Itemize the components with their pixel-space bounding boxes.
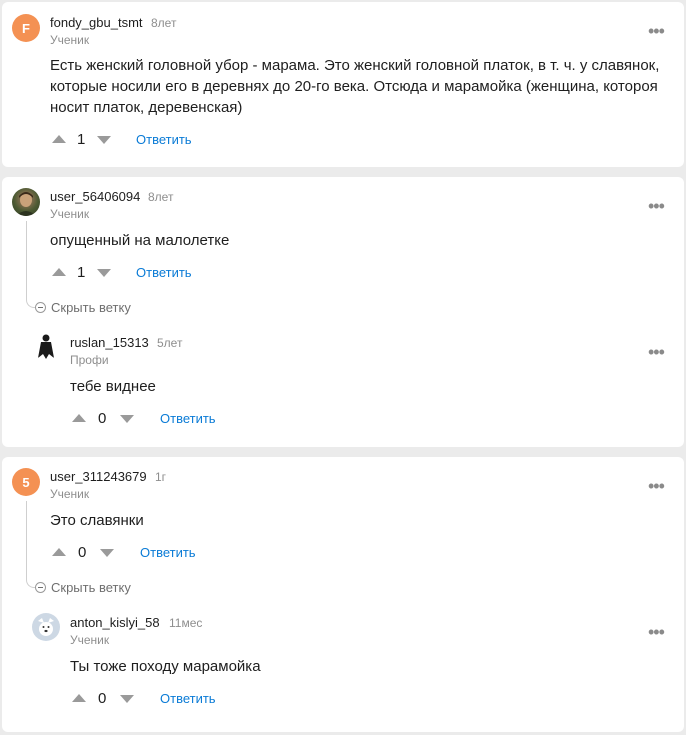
username[interactable]: user_311243679 bbox=[50, 469, 147, 484]
comment-age: 5лет bbox=[157, 336, 183, 350]
comment-text: тебе виднее bbox=[70, 378, 156, 395]
username[interactable]: fondy_gbu_tsmt bbox=[50, 15, 143, 30]
comment-text: Есть женский головной убор - марама. Это… bbox=[50, 55, 670, 118]
avatar[interactable] bbox=[32, 613, 60, 641]
avatar-dog-icon bbox=[38, 618, 54, 636]
comment-text-line: носит платок, деревенская) bbox=[50, 99, 243, 116]
user-role: Ученик bbox=[50, 487, 90, 501]
downvote-arrow-icon[interactable] bbox=[120, 415, 134, 423]
user-role: Ученик bbox=[70, 633, 110, 647]
more-dots-icon[interactable]: ••• bbox=[648, 22, 665, 40]
more-dots-icon[interactable]: ••• bbox=[648, 197, 665, 215]
username[interactable]: user_56406094 bbox=[50, 189, 140, 204]
avatar-silhouette-icon bbox=[38, 334, 54, 359]
avatar[interactable] bbox=[32, 332, 60, 360]
reply-button[interactable]: Ответить bbox=[160, 411, 216, 426]
downvote-arrow-icon[interactable] bbox=[97, 269, 111, 277]
comment-card: F fondy_gbu_tsmt 8лет Ученик ••• Есть же… bbox=[2, 2, 684, 167]
avatar[interactable]: F bbox=[12, 14, 40, 42]
more-dots-icon[interactable]: ••• bbox=[648, 477, 665, 495]
collapse-thread-button[interactable]: Скрыть ветку bbox=[35, 580, 131, 595]
user-role: Профи bbox=[70, 353, 109, 367]
reply-button[interactable]: Ответить bbox=[140, 545, 196, 560]
minus-circle-icon bbox=[35, 302, 46, 313]
vote-count: 0 bbox=[98, 410, 107, 427]
vote-count: 0 bbox=[98, 690, 107, 707]
collapse-thread-button[interactable]: Скрыть ветку bbox=[35, 300, 131, 315]
comment-age: 1г bbox=[155, 470, 167, 484]
avatar[interactable]: 5 bbox=[12, 468, 40, 496]
comment-text: опущенный на малолетке bbox=[50, 232, 230, 249]
thread-line bbox=[26, 221, 36, 308]
downvote-arrow-icon[interactable] bbox=[100, 549, 114, 557]
comment-text: Это славянки bbox=[50, 512, 144, 529]
comment-age: 8лет bbox=[148, 190, 174, 204]
reply-button[interactable]: Ответить bbox=[136, 132, 192, 147]
comment-text-line: Есть женский головной убор - марама. Это… bbox=[50, 57, 660, 74]
reply-button[interactable]: Ответить bbox=[136, 265, 192, 280]
thread-line bbox=[26, 501, 36, 588]
comment-text-line: которые носили его в деревнях до 20-го в… bbox=[50, 78, 658, 95]
username[interactable]: ruslan_15313 bbox=[70, 335, 149, 350]
comment-card: user_56406094 8лет Ученик ••• опущенный … bbox=[2, 177, 684, 447]
minus-circle-icon bbox=[35, 582, 46, 593]
comment-text: Ты тоже походу марамойка bbox=[70, 658, 261, 675]
user-role: Ученик bbox=[50, 207, 90, 221]
avatar-letter: F bbox=[22, 20, 30, 36]
upvote-arrow-icon[interactable] bbox=[52, 135, 66, 143]
user-role: Ученик bbox=[50, 33, 90, 47]
comment-age: 11мес bbox=[169, 616, 203, 630]
reply-button[interactable]: Ответить bbox=[160, 691, 216, 706]
upvote-arrow-icon[interactable] bbox=[72, 414, 86, 422]
upvote-arrow-icon[interactable] bbox=[72, 694, 86, 702]
vote-count: 1 bbox=[77, 131, 86, 148]
collapse-label: Скрыть ветку bbox=[51, 580, 131, 595]
more-dots-icon[interactable]: ••• bbox=[648, 343, 665, 361]
avatar[interactable] bbox=[12, 188, 40, 216]
more-dots-icon[interactable]: ••• bbox=[648, 623, 665, 641]
vote-count: 1 bbox=[77, 264, 86, 281]
upvote-arrow-icon[interactable] bbox=[52, 548, 66, 556]
comment-card: 5 user_311243679 1г Ученик ••• Это славя… bbox=[2, 457, 684, 732]
downvote-arrow-icon[interactable] bbox=[97, 136, 111, 144]
collapse-label: Скрыть ветку bbox=[51, 300, 131, 315]
avatar-letter: 5 bbox=[22, 474, 30, 490]
vote-count: 0 bbox=[78, 544, 87, 561]
avatar-photo-icon bbox=[16, 192, 36, 216]
comment-age: 8лет bbox=[151, 16, 177, 30]
upvote-arrow-icon[interactable] bbox=[52, 268, 66, 276]
username[interactable]: anton_kislyi_58 bbox=[70, 615, 160, 630]
downvote-arrow-icon[interactable] bbox=[120, 695, 134, 703]
